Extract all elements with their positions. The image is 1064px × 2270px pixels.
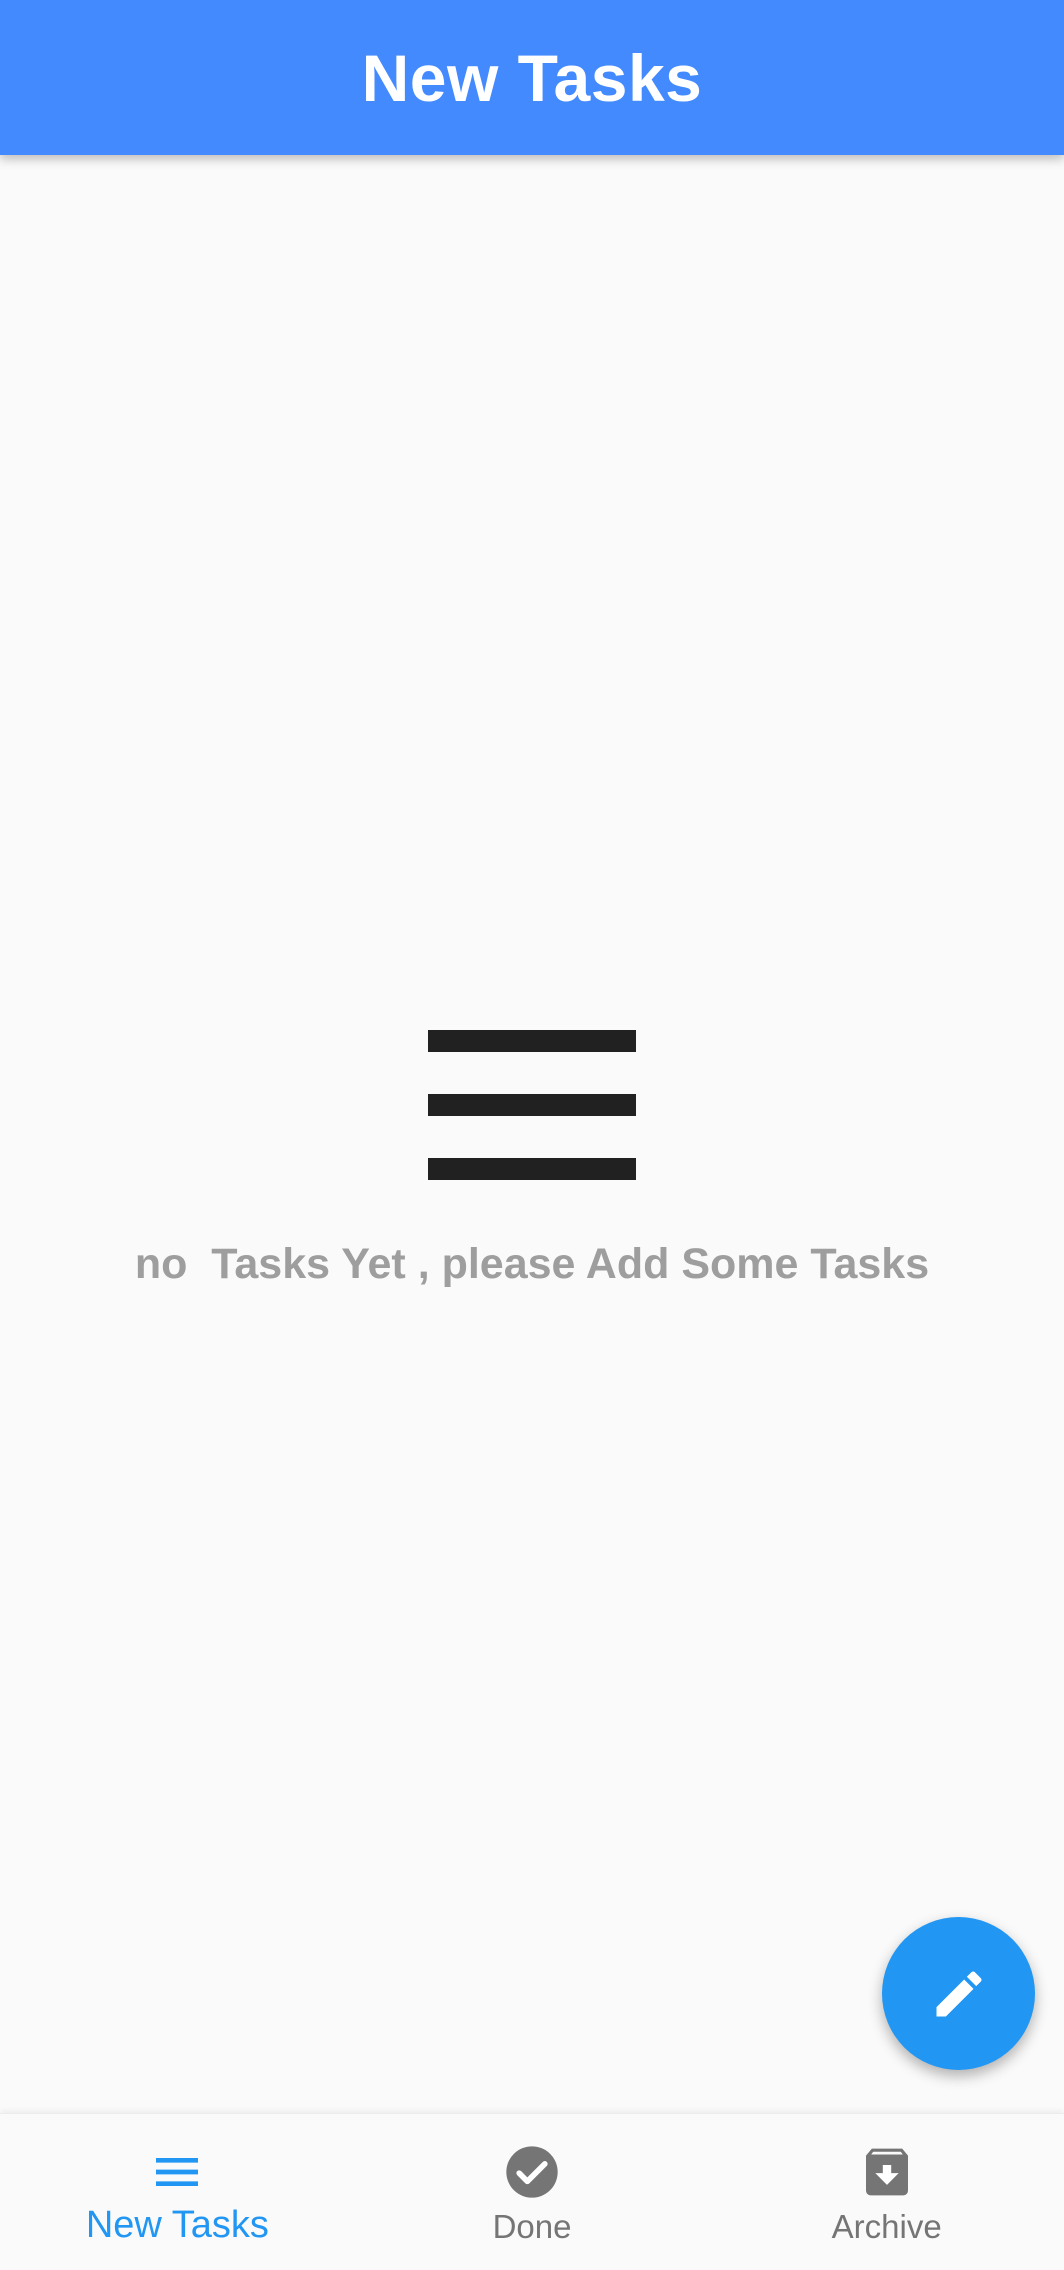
bottom-navigation: New Tasks Done Archive bbox=[0, 2113, 1064, 2270]
empty-state: no Tasks Yet , please Add Some Tasks bbox=[0, 1030, 1064, 1289]
nav-item-new-tasks[interactable]: New Tasks bbox=[0, 2114, 355, 2270]
menu-icon bbox=[428, 1030, 636, 1180]
archive-icon bbox=[859, 2144, 915, 2200]
nav-item-label: Archive bbox=[831, 2208, 942, 2245]
nav-item-archive[interactable]: Archive bbox=[709, 2114, 1064, 2270]
nav-item-label: New Tasks bbox=[85, 2204, 269, 2246]
app-bar: New Tasks bbox=[0, 0, 1064, 155]
menu-icon bbox=[149, 2144, 205, 2200]
add-task-button[interactable] bbox=[882, 1917, 1035, 2070]
nav-item-label: Done bbox=[492, 2208, 572, 2245]
nav-item-done[interactable]: Done bbox=[355, 2114, 710, 2270]
page-title: New Tasks bbox=[361, 40, 703, 115]
edit-pencil-icon bbox=[936, 1970, 982, 2016]
check-circle-icon bbox=[504, 2144, 560, 2200]
empty-state-message: no Tasks Yet , please Add Some Tasks bbox=[134, 1240, 930, 1288]
